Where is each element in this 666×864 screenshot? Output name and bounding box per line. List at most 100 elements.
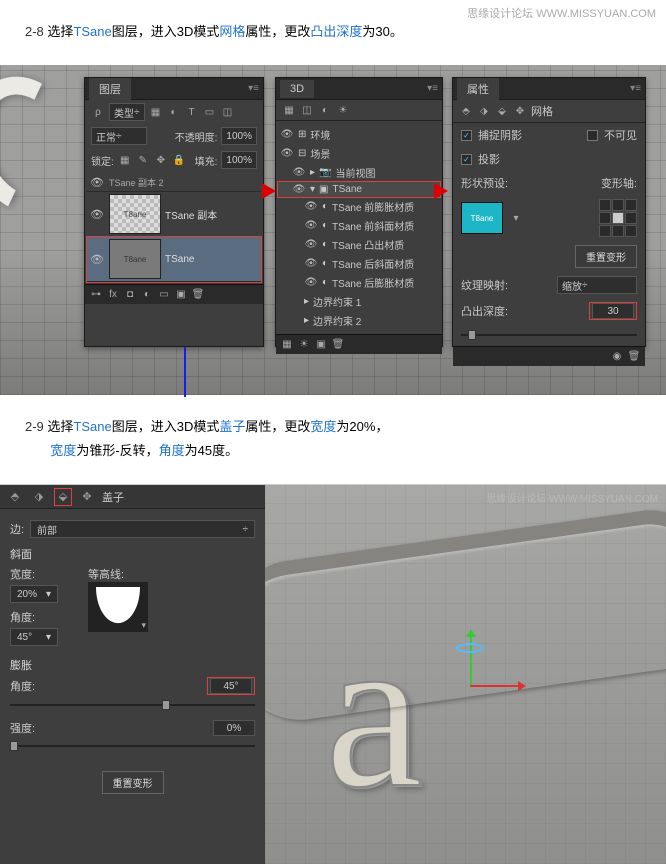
link-icon[interactable]: ⊶ <box>89 288 103 302</box>
tree-item-selected[interactable]: 👁▾▣TSane <box>278 182 440 197</box>
depth-slider[interactable] <box>461 328 637 342</box>
trash-icon[interactable]: 🗑 <box>331 338 345 352</box>
trash-icon[interactable]: 🗑 <box>627 350 641 364</box>
layer-row-selected[interactable]: 👁 T8ane TSane <box>87 237 261 282</box>
light-icon[interactable]: ☀ <box>297 338 311 352</box>
lock-label: 锁定: <box>91 153 114 168</box>
tree-item[interactable]: 👁◐TSane 凸出材质 <box>278 235 440 254</box>
fill-input[interactable]: 100% <box>221 151 257 169</box>
mesh-mode-icon[interactable]: ⬘ <box>6 488 24 506</box>
render-icon[interactable]: ◉ <box>610 350 624 364</box>
mask-icon[interactable]: ◘ <box>123 288 137 302</box>
filter-icon[interactable]: ρ <box>91 105 105 119</box>
instruction-2-8: 2-8 选择TSane图层，进入3D模式网格属性，更改凸出深度为30。 <box>25 20 641 43</box>
render-icon[interactable]: ▦ <box>280 338 294 352</box>
gizmo-x-axis[interactable] <box>470 685 520 687</box>
step-2-9: 2-9 选择TSane图层，进入3D模式盖子属性，更改宽度为20%， 宽度为锥形… <box>0 395 666 484</box>
catch-shadow-checkbox[interactable]: ✓ <box>461 130 472 141</box>
red-arrow-icon <box>434 183 448 199</box>
fill-adj-icon[interactable]: ◐ <box>140 288 154 302</box>
blue-guide-line <box>184 347 186 397</box>
layer-row[interactable]: 👁 T8ane TSane 副本 <box>87 192 261 237</box>
new-layer-icon[interactable]: ▣ <box>174 288 188 302</box>
3d-tree: 👁⊞环境 👁⊟场景 👁▸📷当前视图 👁▾▣TSane 👁◐TSane 前膨胀材质… <box>276 121 442 334</box>
layers-tab[interactable]: 图层 <box>89 78 131 100</box>
shape-preset-label: 形状预设: <box>461 175 508 191</box>
group-icon[interactable]: ▭ <box>157 288 171 302</box>
panel-menu-icon[interactable]: ▾≡ <box>248 83 259 94</box>
mesh-label: 网格 <box>531 103 553 119</box>
visibility-icon[interactable]: 👁 <box>89 176 105 189</box>
angle-slider[interactable] <box>10 698 255 712</box>
coord-mode-icon[interactable]: ✥ <box>513 104 527 118</box>
filter-type-icon[interactable]: T <box>185 105 199 119</box>
kind-filter[interactable]: 类型 ÷ <box>109 103 145 121</box>
texmap-select[interactable]: 缩放 ÷ <box>557 276 637 294</box>
edge-select[interactable]: 前部÷ <box>30 520 255 538</box>
opacity-input[interactable]: 100% <box>221 127 257 145</box>
tree-item[interactable]: 👁◐TSane 后斜面材质 <box>278 254 440 273</box>
filter-pixel-icon[interactable]: ▦ <box>149 105 163 119</box>
edge-label: 边: <box>10 521 24 537</box>
figure-2-8: 图层 ▾≡ ρ 类型 ÷ ▦ ◐ T ▭ ◫ 正常 ÷ 不透明度: 100% 锁… <box>0 65 666 395</box>
tree-item[interactable]: 👁⊞环境 <box>278 125 440 144</box>
visibility-icon[interactable]: 👁 <box>89 208 105 221</box>
inflate-angle-input[interactable] <box>210 678 252 694</box>
texmap-label: 纹理映射: <box>461 277 508 293</box>
axis-grid[interactable] <box>599 199 637 237</box>
tree-item[interactable]: ▸边界约束 2 <box>278 311 440 330</box>
panel-menu-icon[interactable]: ▾≡ <box>630 83 641 94</box>
tree-item[interactable]: 👁▸📷当前视图 <box>278 163 440 182</box>
filter-shape-icon[interactable]: ▭ <box>203 105 217 119</box>
angle-label: 角度: <box>10 678 35 694</box>
strength-slider[interactable] <box>10 739 255 753</box>
invisible-checkbox[interactable] <box>587 130 598 141</box>
lock-paint-icon[interactable]: ✎ <box>136 153 150 167</box>
width-input[interactable]: 20%▾ <box>10 585 58 603</box>
preset-dropdown-icon[interactable]: ▾ <box>509 211 523 225</box>
properties-panel: 属性▾≡ ⬘ ⬗ ⬙ ✥ 网格 ✓捕捉阴影 不可见 ✓投影 形状预设:变形轴: … <box>452 77 646 347</box>
contour-shape-icon <box>96 587 140 627</box>
blend-mode[interactable]: 正常 ÷ <box>91 127 147 145</box>
visibility-icon[interactable]: 👁 <box>89 253 105 266</box>
cap-mode-icon[interactable]: ⬙ <box>495 104 509 118</box>
coord-mode-icon[interactable]: ✥ <box>78 488 96 506</box>
filter-smart-icon[interactable]: ◫ <box>221 105 235 119</box>
lock-move-icon[interactable]: ✥ <box>154 153 168 167</box>
lock-transparent-icon[interactable]: ▦ <box>118 153 132 167</box>
reset-deform-button[interactable]: 重置变形 <box>102 771 164 794</box>
angle-input[interactable]: 45°▾ <box>10 628 58 646</box>
lock-all-icon[interactable]: 🔒 <box>172 153 186 167</box>
contour-picker[interactable]: ▾ <box>88 582 148 632</box>
dropdown-icon[interactable]: ▾ <box>141 620 146 631</box>
tree-item[interactable]: 👁◐TSane 前膨胀材质 <box>278 197 440 216</box>
filter-mesh-icon[interactable]: ◫ <box>300 103 314 117</box>
cast-shadow-checkbox[interactable]: ✓ <box>461 154 472 165</box>
extrude-depth-input[interactable] <box>592 303 634 319</box>
red-arrow-icon <box>262 183 276 199</box>
tree-item[interactable]: 👁⊟场景 <box>278 144 440 163</box>
filter-adjust-icon[interactable]: ◐ <box>167 105 181 119</box>
deform-mode-icon[interactable]: ⬗ <box>30 488 48 506</box>
3d-viewport[interactable]: 思缘设计论坛 WWW.MISSYUAN.COM a <box>265 485 666 864</box>
3d-tab[interactable]: 3D <box>280 80 314 98</box>
tree-item[interactable]: ▸边界约束 1 <box>278 292 440 311</box>
new-icon[interactable]: ▣ <box>314 338 328 352</box>
strength-input[interactable] <box>213 720 255 736</box>
watermark: 思缘设计论坛 WWW.MISSYUAN.COM <box>467 5 656 21</box>
filter-material-icon[interactable]: ◐ <box>318 103 332 117</box>
filter-scene-icon[interactable]: ▦ <box>282 103 296 117</box>
trash-icon[interactable]: 🗑 <box>191 288 205 302</box>
deform-mode-icon[interactable]: ⬗ <box>477 104 491 118</box>
mesh-mode-icon[interactable]: ⬘ <box>459 104 473 118</box>
panel-menu-icon[interactable]: ▾≡ <box>427 83 438 94</box>
fx-icon[interactable]: fx <box>106 288 120 302</box>
tree-item[interactable]: 👁◐TSane 后膨胀材质 <box>278 273 440 292</box>
cap-mode-icon[interactable]: ⬙ <box>54 488 72 506</box>
layer-row[interactable]: 👁 TSane 副本 2 <box>87 174 261 192</box>
filter-light-icon[interactable]: ☀ <box>336 103 350 117</box>
shape-preset-swatch[interactable]: T8ane <box>461 202 503 234</box>
reset-deform-button[interactable]: 重置变形 <box>575 245 637 268</box>
tree-item[interactable]: 👁◐TSane 前斜面材质 <box>278 216 440 235</box>
properties-tab[interactable]: 属性 <box>457 78 499 100</box>
